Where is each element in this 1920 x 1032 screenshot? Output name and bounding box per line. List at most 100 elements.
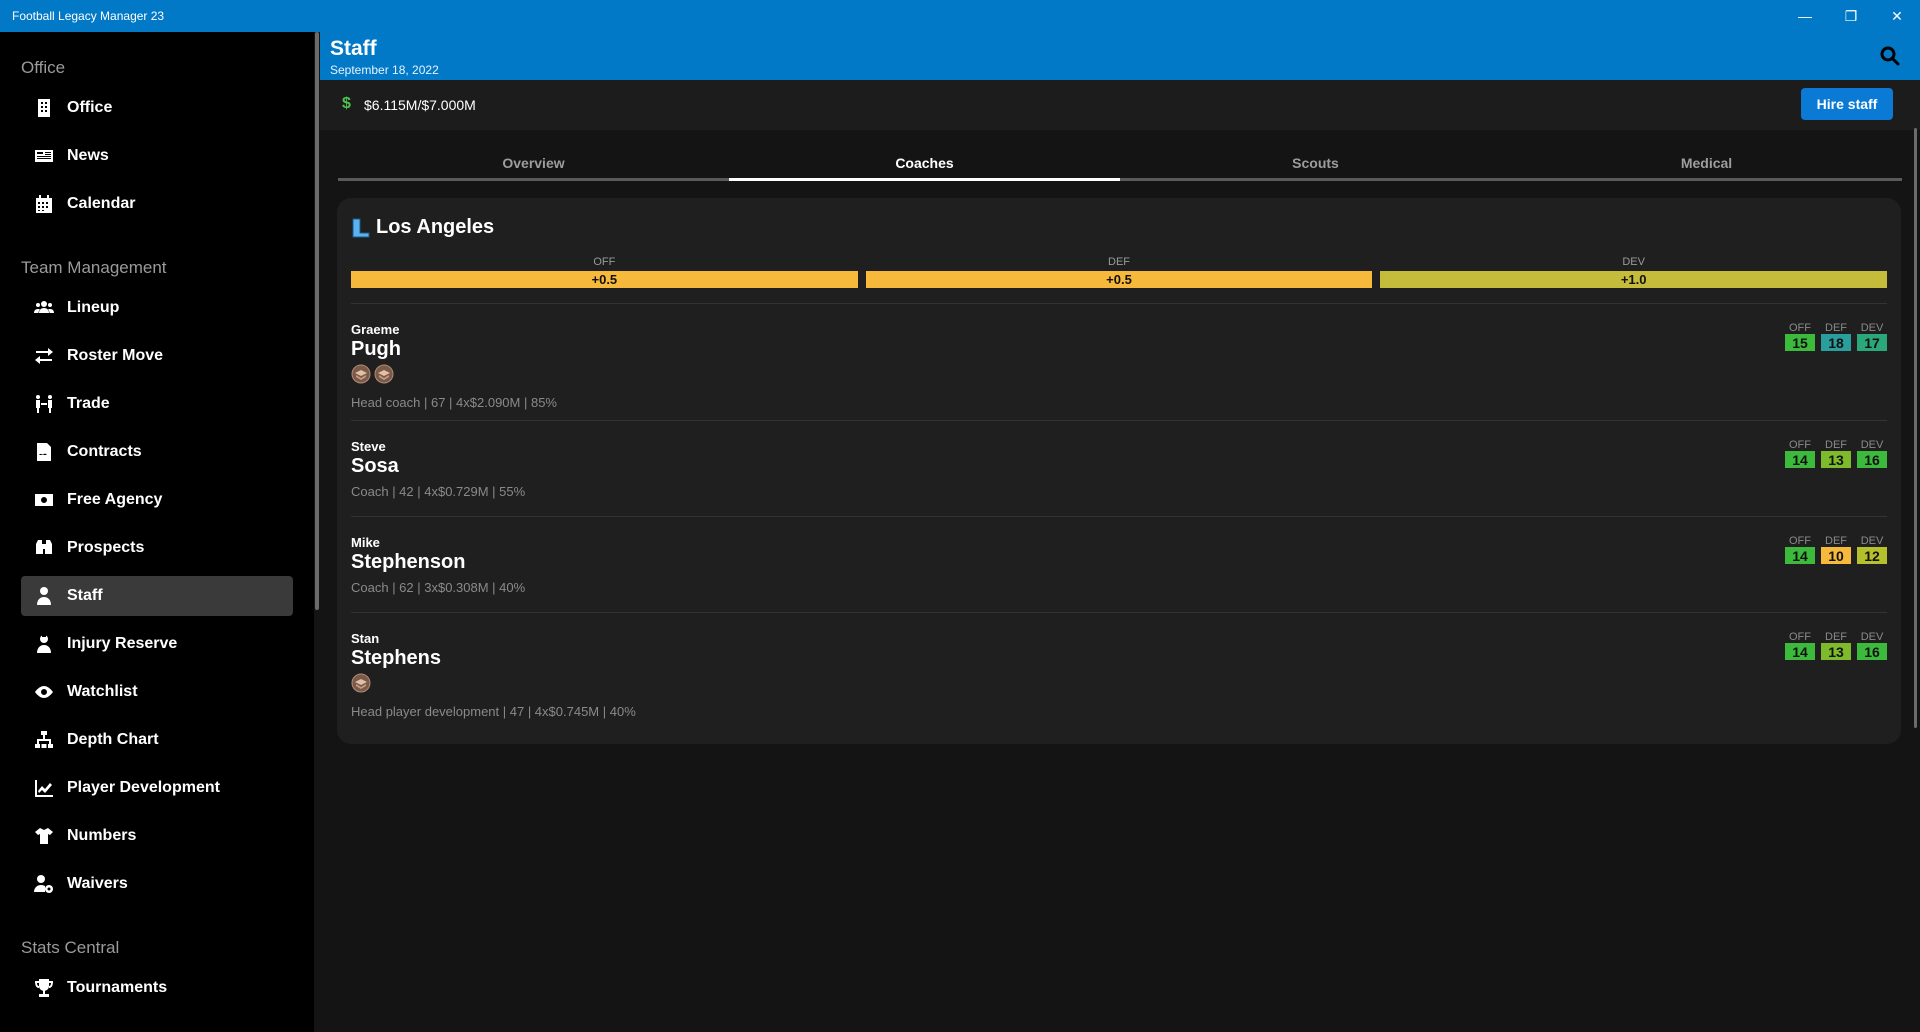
badge-icon: [351, 673, 371, 698]
sidebar-item-roster-move[interactable]: Roster Move: [21, 336, 293, 376]
staff-last-name[interactable]: Stephenson: [351, 551, 1887, 574]
staff-stats: OFF 14 DEF 13 DEV 16: [1785, 439, 1887, 468]
stat-label: OFF: [1789, 439, 1811, 451]
staff-last-name[interactable]: Sosa: [351, 455, 1887, 478]
stat-off: OFF 14: [1785, 439, 1815, 468]
stat-value: 15: [1785, 334, 1815, 351]
staff-first-name: Steve: [351, 439, 386, 454]
sidebar-item-label: Watchlist: [67, 683, 138, 700]
injury-icon: [21, 634, 67, 654]
sidebar-item-waivers[interactable]: Waivers: [21, 864, 293, 904]
sidebar-item-label: Tournaments: [67, 979, 168, 996]
staff-row[interactable]: Steve Sosa Coach | 42 | 4x$0.729M | 55% …: [351, 420, 1887, 516]
sidebar-item-label: Depth Chart: [67, 731, 159, 748]
sidebar-item-label: Staff: [67, 587, 103, 604]
sidebar-item-label: Contracts: [67, 443, 142, 460]
building-icon: [21, 98, 67, 118]
team-rating-def: DEF +0.5: [865, 256, 1373, 288]
badge-icon: [374, 364, 394, 389]
stat-label: OFF: [1789, 631, 1811, 643]
tab-overview[interactable]: Overview: [338, 145, 729, 181]
staff-first-name: Graeme: [351, 322, 400, 337]
stat-value: 14: [1785, 643, 1815, 660]
staff-last-name[interactable]: Stephens: [351, 647, 1887, 670]
staff-stats: OFF 15 DEF 18 DEV 17: [1785, 322, 1887, 351]
team-ratings: OFF +0.5 DEF +0.5 DEV +1.0: [351, 256, 1888, 288]
contract-icon: [21, 442, 67, 462]
stat-label: DEV: [1860, 535, 1884, 547]
stat-off: OFF 14: [1785, 535, 1815, 564]
sidebar-item-lineup[interactable]: Lineup: [21, 288, 293, 328]
sidebar-item-free-agency[interactable]: Free Agency: [21, 480, 293, 520]
staff-info: Coach | 62 | 3x$0.308M | 40%: [351, 580, 526, 595]
restore-button[interactable]: ❐: [1828, 0, 1874, 32]
users-icon: [21, 298, 67, 318]
dollar-icon: $: [342, 95, 351, 112]
rating-label: DEF: [1108, 256, 1130, 268]
stat-value: 13: [1821, 451, 1851, 468]
tab-coaches[interactable]: Coaches: [729, 145, 1120, 181]
tab-medical[interactable]: Medical: [1511, 145, 1902, 181]
main-scrollbar[interactable]: [1914, 128, 1917, 728]
stat-label: DEV: [1860, 631, 1884, 643]
calendar-icon: [21, 194, 67, 214]
app-title: Football Legacy Manager 23: [12, 9, 165, 23]
staff-stats: OFF 14 DEF 10 DEV 12: [1785, 535, 1887, 564]
trade-icon: [21, 394, 67, 414]
stat-off: OFF 14: [1785, 631, 1815, 660]
sidebar-scrollbar[interactable]: [315, 32, 319, 610]
staff-badges: [351, 673, 1887, 698]
sidebar-item-trade[interactable]: Trade: [21, 384, 293, 424]
sidebar-item-tournaments[interactable]: Tournaments: [21, 968, 293, 1008]
title-bar: Football Legacy Manager 23 — ❐ ✕: [0, 0, 1920, 32]
sidebar-item-label: Free Agency: [67, 491, 163, 508]
sidebar-item-news[interactable]: News: [21, 136, 293, 176]
chart-line-icon: [21, 778, 67, 798]
staff-info: Head coach | 67 | 4x$2.090M | 85%: [351, 395, 557, 410]
stat-dev: DEV 16: [1857, 439, 1887, 468]
stat-def: DEF 13: [1821, 631, 1851, 660]
rating-bar: +0.5: [351, 271, 858, 288]
close-button[interactable]: ✕: [1874, 0, 1920, 32]
stat-label: DEF: [1825, 322, 1847, 334]
team-logo-icon: [352, 218, 370, 237]
sidebar-item-label: Trade: [67, 395, 110, 412]
rating-label: DEV: [1622, 256, 1645, 268]
sidebar-item-numbers[interactable]: Numbers: [21, 816, 293, 856]
minimize-button[interactable]: —: [1782, 0, 1828, 32]
newspaper-icon: [21, 146, 67, 166]
sidebar-item-office[interactable]: Office: [21, 88, 293, 128]
arrows-exchange-icon: [21, 346, 67, 366]
sidebar-item-label: News: [67, 147, 109, 164]
stat-dev: DEV 17: [1857, 322, 1887, 351]
stat-value: 14: [1785, 547, 1815, 564]
sidebar-item-staff[interactable]: Staff: [21, 576, 293, 616]
stat-label: DEV: [1860, 439, 1884, 451]
sidebar-item-prospects[interactable]: Prospects: [21, 528, 293, 568]
staff-last-name[interactable]: Pugh: [351, 338, 1887, 361]
sidebar-item-player-development[interactable]: Player Development: [21, 768, 293, 808]
sidebar-item-label: Prospects: [67, 539, 145, 556]
hire-staff-button[interactable]: Hire staff: [1801, 88, 1893, 120]
stat-dev: DEV 12: [1857, 535, 1887, 564]
staff-row[interactable]: Stan Stephens Head player development | …: [351, 612, 1887, 742]
team-rating-off: OFF +0.5: [351, 256, 858, 288]
stat-value: 16: [1857, 643, 1887, 660]
tab-bar: Overview Coaches Scouts Medical: [338, 145, 1902, 181]
search-icon[interactable]: [1878, 44, 1902, 68]
sidebar-item-depth-chart[interactable]: Depth Chart: [21, 720, 293, 760]
tab-scouts[interactable]: Scouts: [1120, 145, 1511, 181]
sidebar-item-calendar[interactable]: Calendar: [21, 184, 293, 224]
sidebar-item-injury-reserve[interactable]: Injury Reserve: [21, 624, 293, 664]
stat-label: OFF: [1789, 322, 1811, 334]
stat-def: DEF 10: [1821, 535, 1851, 564]
page-header: Staff September 18, 2022: [320, 32, 1920, 80]
staff-info: Head player development | 47 | 4x$0.745M…: [351, 704, 636, 719]
staff-row[interactable]: Mike Stephenson Coach | 62 | 3x$0.308M |…: [351, 516, 1887, 612]
sidebar-item-watchlist[interactable]: Watchlist: [21, 672, 293, 712]
staff-stats: OFF 14 DEF 13 DEV 16: [1785, 631, 1887, 660]
page-title: Staff: [330, 37, 377, 60]
staff-first-name: Stan: [351, 631, 380, 646]
sidebar-item-contracts[interactable]: Contracts: [21, 432, 293, 472]
staff-row[interactable]: Graeme Pugh Head coach | 67 | 4x$2.090M …: [351, 303, 1887, 420]
